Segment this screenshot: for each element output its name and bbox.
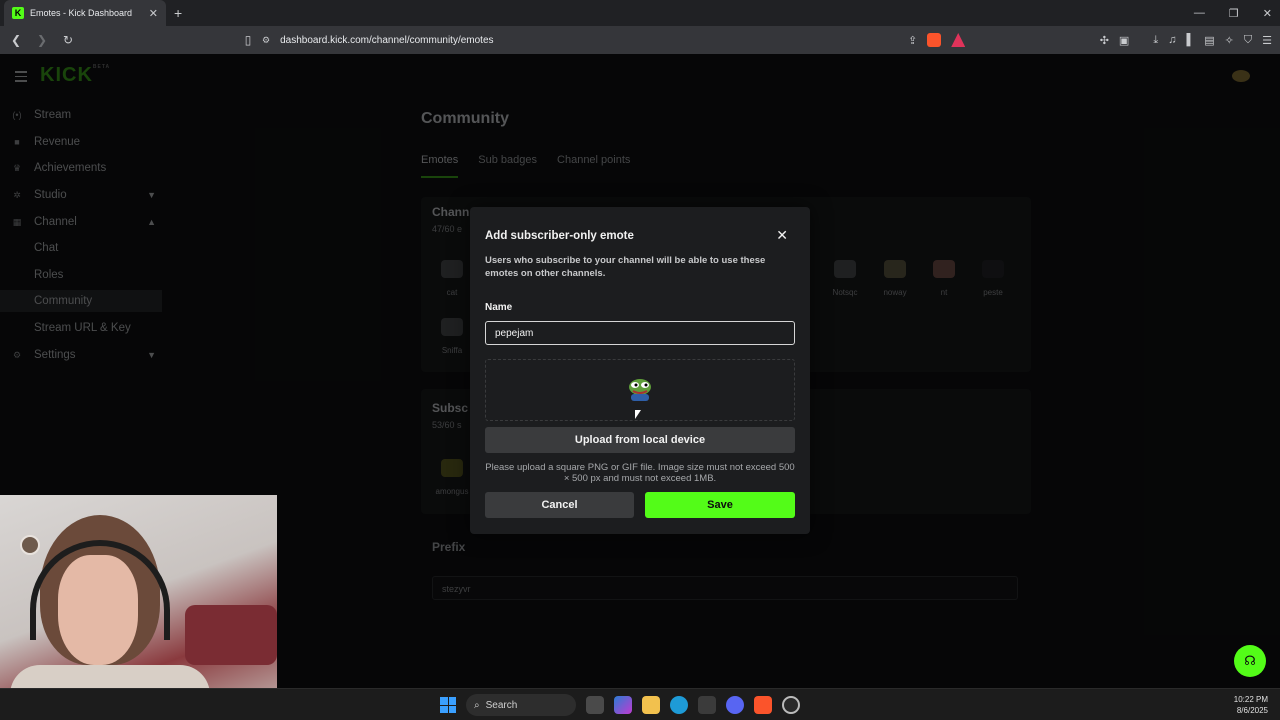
browser-navbar: ❮ ❯ ↻ ▯ ⚙ dashboard.kick.com/channel/com… xyxy=(0,26,1280,54)
emote-dropzone[interactable] xyxy=(485,359,795,421)
screen: K Emotes - Kick Dashboard ✕ + — ❐ ✕ ❮ ❯ … xyxy=(0,0,1280,720)
window-close-icon[interactable]: ✕ xyxy=(1263,7,1272,20)
leo-ai-icon[interactable]: ✧ xyxy=(1225,34,1234,47)
tab-close-icon[interactable]: ✕ xyxy=(149,7,158,20)
mouse-cursor-icon xyxy=(635,410,641,419)
browser-tabbar: K Emotes - Kick Dashboard ✕ + — ❐ ✕ xyxy=(0,0,1280,26)
upload-hint: Please upload a square PNG or GIF file. … xyxy=(485,462,795,484)
wall-clock xyxy=(20,535,40,555)
webcam-overlay xyxy=(0,495,277,720)
background-pillow xyxy=(185,605,277,665)
brave-shield-icon[interactable] xyxy=(927,33,942,47)
bookmark-icon[interactable]: ▯ xyxy=(238,33,258,47)
emote-name-input[interactable] xyxy=(485,321,795,345)
close-icon[interactable]: ✕ xyxy=(776,227,788,244)
modal-title: Add subscriber-only emote xyxy=(485,230,634,242)
edge-icon[interactable] xyxy=(670,696,688,714)
brave-icon[interactable] xyxy=(754,696,772,714)
windows-taskbar: ⌕ Search 10:22 PM 8/6/2025 xyxy=(0,688,1280,720)
copilot-icon[interactable] xyxy=(614,696,632,714)
name-label: Name xyxy=(485,302,513,313)
modal-description: Users who subscribe to your channel will… xyxy=(485,255,766,279)
media-icon[interactable]: ♫ xyxy=(1168,34,1176,46)
upload-from-device-button[interactable]: Upload from local device xyxy=(485,427,795,453)
brave-rewards-icon[interactable] xyxy=(951,33,966,47)
obs-icon[interactable] xyxy=(782,696,800,714)
file-explorer-icon[interactable] xyxy=(642,696,660,714)
browser-tab-active[interactable]: K Emotes - Kick Dashboard ✕ xyxy=(4,0,166,26)
taskbar-search[interactable]: ⌕ Search xyxy=(466,694,576,716)
menu-icon[interactable]: ☰ xyxy=(1262,34,1272,47)
vpn-icon[interactable]: ⛉ xyxy=(1244,34,1252,47)
translate-icon[interactable]: ▣ xyxy=(1119,34,1129,47)
headset-icon: ☊ xyxy=(1244,653,1256,668)
task-view-icon[interactable] xyxy=(586,696,604,714)
taskbar-clock[interactable]: 10:22 PM 8/6/2025 xyxy=(1234,694,1268,716)
url-text: dashboard.kick.com/channel/community/emo… xyxy=(280,34,494,46)
extensions-icon[interactable]: ✣ xyxy=(1100,34,1109,47)
restore-icon[interactable]: ❐ xyxy=(1229,7,1239,20)
download-icon[interactable]: ⤓ xyxy=(1153,34,1158,47)
forward-icon[interactable]: ❯ xyxy=(32,33,52,47)
extensions-toolbar: ✣ ▣ ⤓ ♫ ▌ ▤ ✧ ⛉ ☰ xyxy=(1100,29,1272,51)
new-tab-icon[interactable]: + xyxy=(174,5,182,21)
cancel-button[interactable]: Cancel xyxy=(485,492,634,518)
add-emote-modal: Add subscriber-only emote ✕ Users who su… xyxy=(470,207,810,534)
taskbar-apps: ⌕ Search xyxy=(440,689,800,720)
discord-icon[interactable] xyxy=(726,696,744,714)
window-controls: — ❐ ✕ xyxy=(1194,0,1272,26)
tab-title: Emotes - Kick Dashboard xyxy=(30,8,133,18)
back-icon[interactable]: ❮ xyxy=(6,33,26,47)
sidebar-toggle-icon[interactable]: ▌ xyxy=(1186,34,1194,46)
site-info-icon[interactable]: ⚙ xyxy=(262,35,270,46)
minimize-icon[interactable]: — xyxy=(1194,7,1205,19)
address-bar[interactable]: ⚙ dashboard.kick.com/channel/community/e… xyxy=(262,29,1012,51)
store-icon[interactable] xyxy=(698,696,716,714)
kick-favicon-icon: K xyxy=(12,7,24,19)
reload-icon[interactable]: ↻ xyxy=(58,33,78,47)
pepe-emote-preview-icon xyxy=(629,379,651,401)
help-chat-button[interactable]: ☊ xyxy=(1234,645,1266,677)
save-button[interactable]: Save xyxy=(645,492,795,518)
search-icon: ⌕ xyxy=(474,699,480,711)
share-icon[interactable]: ⇪ xyxy=(908,34,917,47)
windows-start-icon[interactable] xyxy=(440,697,456,713)
wallet-icon[interactable]: ▤ xyxy=(1204,34,1214,47)
url-actions: ⇪ xyxy=(908,29,966,51)
